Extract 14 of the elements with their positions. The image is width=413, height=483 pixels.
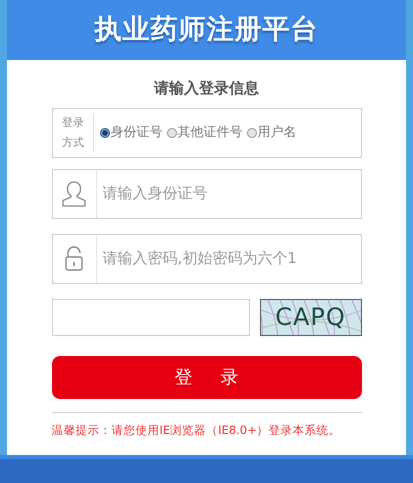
login-button[interactable]: 登 录 bbox=[52, 356, 362, 398]
user-icon bbox=[61, 180, 87, 208]
input-field[interactable]: 请输入密码,初始密码为六个1 bbox=[52, 234, 362, 284]
login-method-label: 登录方式 bbox=[62, 114, 84, 150]
notice-text: 温馨提示：请您使用IE浏览器（IE8.0+）登录本系统。 bbox=[52, 422, 342, 438]
unlocked-padlock-icon bbox=[64, 246, 84, 272]
radio-option[interactable]: 其他证件号 bbox=[166, 122, 242, 142]
captcha-input-field[interactable] bbox=[52, 298, 250, 336]
site-title: 执业药师注册平台 bbox=[94, 12, 318, 47]
input-field[interactable]: 请输入身份证号 bbox=[52, 168, 362, 218]
captcha-image[interactable]: CAPQ bbox=[260, 298, 362, 336]
form-heading: 请输入登录信息 bbox=[152, 78, 260, 99]
radio-option[interactable]: 身份证号 bbox=[100, 122, 162, 142]
radio-option[interactable]: 用户名 bbox=[246, 122, 296, 142]
